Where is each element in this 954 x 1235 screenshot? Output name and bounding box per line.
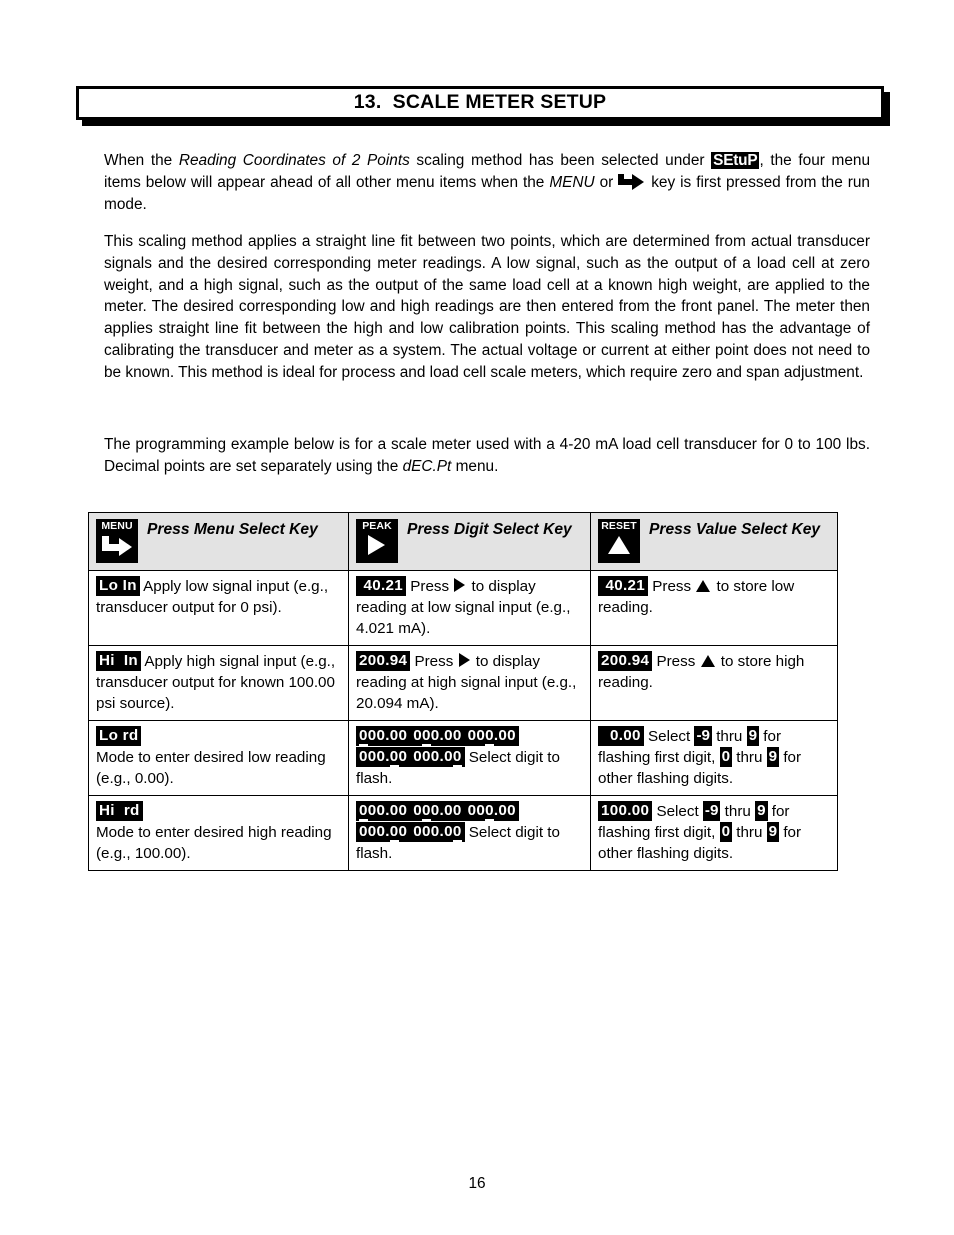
- badge-9a-high: 9: [755, 801, 768, 821]
- display-hi-rd: Hi rd: [96, 801, 143, 821]
- menu-arrow-key-icon: [618, 173, 645, 190]
- reset-key-label: RESET: [601, 520, 637, 532]
- peak-key-button[interactable]: PEAK: [356, 519, 398, 563]
- up-triangle-icon: [696, 580, 711, 592]
- header-cell-value-key: RESET Press Value Select Key: [590, 512, 838, 571]
- row1-digit-cell: 40.21 Press to display reading at low si…: [348, 570, 591, 646]
- menu-key-label: MENU: [101, 520, 133, 532]
- document-page: 13. SCALE METER SETUP When the Reading C…: [0, 0, 954, 1235]
- display-000-flash-1: 000.00: [356, 801, 411, 821]
- r3c3-t1: Select: [643, 728, 695, 745]
- up-triangle-icon: [602, 534, 636, 560]
- display-000-flash-3: 000.00: [464, 801, 519, 821]
- row3-value-cell: 0.00 Select -9 thru 9 for flashing first…: [590, 720, 838, 796]
- p1-text-4: or: [594, 173, 619, 191]
- badge-9b-low: 9: [766, 747, 780, 767]
- p1-italic-menu: MENU: [549, 173, 595, 191]
- header-cell-digit-key: PEAK Press Digit Select Key: [348, 512, 591, 571]
- display-000-flash-5: 000.00: [410, 747, 465, 767]
- menu-key-button[interactable]: MENU: [96, 519, 138, 563]
- row4-col1-text: Mode to enter desired high reading (e.g.…: [96, 824, 332, 862]
- row2-col2-text-before: Press: [410, 653, 458, 670]
- right-triangle-icon: [458, 653, 470, 667]
- heading-bar: 13. SCALE METER SETUP: [76, 86, 884, 120]
- display-hi-in: Hi In: [96, 651, 141, 671]
- row1-col2-text-before: Press: [406, 578, 454, 595]
- display-lo-in: Lo In: [96, 576, 140, 596]
- display-4021-store: 40.21: [598, 576, 649, 596]
- row1-value-cell: 40.21 Press to store low reading.: [590, 570, 838, 646]
- header-cell-menu-key: MENU Press Menu Select Key: [88, 512, 349, 571]
- row1-col3-text-before: Press: [648, 578, 696, 595]
- p1-italic-scaling-method: Reading Coordinates of 2 Points: [178, 152, 410, 169]
- hooked-right-arrow-icon: [100, 534, 134, 560]
- right-triangle-icon: [360, 534, 394, 560]
- row3-digit-cell: 000.00 000.00 000.00 000.00 000.00 Select di…: [348, 720, 591, 796]
- display-000-flash-1: 000.00: [356, 726, 411, 746]
- p3-text-2: menu.: [451, 457, 499, 475]
- row4-digit-cell: 000.00 000.00 000.00 000.00 000.00 Select di…: [348, 795, 591, 871]
- reset-key-button[interactable]: RESET: [598, 519, 640, 563]
- display-000-flash-4: 000.00: [356, 747, 411, 767]
- table-row: Lo In Apply low signal input (e.g., tran…: [88, 570, 838, 646]
- badge-9a-low: 9: [746, 726, 760, 746]
- display-000-flash-3: 000.00: [464, 726, 519, 746]
- right-triangle-icon: [454, 578, 466, 592]
- table-row: Hi rd Mode to enter desired high reading …: [88, 795, 838, 871]
- row2-value-cell: 200.94 Press to store high reading.: [590, 645, 838, 721]
- r4c3-t2: thru: [720, 803, 756, 820]
- badge-minus9-low: -9: [694, 726, 712, 746]
- setup-menu-badge: SEtuP: [711, 152, 760, 169]
- up-triangle-icon: [700, 655, 715, 667]
- display-20094-high: 200.94: [356, 651, 411, 671]
- r4c3-t4: thru: [732, 824, 767, 841]
- display-000-flash-4: 000.00: [356, 822, 411, 842]
- display-000-flash-2: 000.00: [410, 801, 465, 821]
- peak-key-label: PEAK: [362, 520, 392, 532]
- badge-0-high: 0: [719, 822, 733, 842]
- row4-value-cell: 100.00 Select -9 thru 9 for flashing fir…: [590, 795, 838, 871]
- header-label-menu: Press Menu Select Key: [147, 521, 318, 538]
- header-label-value: Press Value Select Key: [649, 521, 821, 538]
- badge-minus9-high: -9: [702, 801, 721, 821]
- row3-col1-text: Mode to enter desired low reading (e.g.,…: [96, 749, 326, 787]
- table-header-row: MENU Press Menu Select Key PEAK Press Di…: [88, 512, 838, 571]
- page-number: 16: [468, 1175, 486, 1192]
- p3-italic-decpt: dEC.Pt: [402, 457, 452, 475]
- programming-steps-table: MENU Press Menu Select Key PEAK Press Di…: [88, 512, 838, 871]
- display-000-flash-2: 000.00: [410, 726, 465, 746]
- intro-paragraph: When the Reading Coordinates of 2 Points…: [104, 150, 870, 215]
- row3-menu-cell: Lo rd Mode to enter desired low reading (…: [88, 720, 349, 796]
- display-10000-high: 100.00: [598, 801, 653, 821]
- example-intro-paragraph: The programming example below is for a s…: [104, 434, 870, 478]
- page-title: 13. SCALE METER SETUP: [353, 91, 607, 114]
- scaling-method-paragraph: This scaling method applies a straight l…: [104, 233, 870, 381]
- header-label-digit: Press Digit Select Key: [407, 521, 572, 538]
- row2-col3-text-before: Press: [652, 653, 700, 670]
- table-row: Hi In Apply high signal input (e.g., tra…: [88, 645, 838, 721]
- p1-text-1: When the: [104, 152, 179, 169]
- row2-digit-cell: 200.94 Press to display reading at high …: [348, 645, 591, 721]
- row1-menu-cell: Lo In Apply low signal input (e.g., tran…: [88, 570, 349, 646]
- r3c3-t2: thru: [711, 728, 747, 745]
- display-000-flash-5: 000.00: [410, 822, 465, 842]
- badge-0-low: 0: [719, 747, 733, 767]
- r3c3-t4: thru: [732, 749, 767, 766]
- badge-9b-high: 9: [766, 822, 780, 842]
- p1-text-2: scaling method has been selected under: [409, 152, 712, 169]
- table-row: Lo rd Mode to enter desired low reading (…: [88, 720, 838, 796]
- display-000-low: 0.00: [598, 726, 644, 746]
- r4c3-t1: Select: [652, 803, 703, 820]
- row2-menu-cell: Hi In Apply high signal input (e.g., tra…: [88, 645, 349, 721]
- display-4021-low: 40.21: [356, 576, 407, 596]
- section-heading: 13. SCALE METER SETUP: [76, 86, 890, 126]
- row4-menu-cell: Hi rd Mode to enter desired high reading …: [88, 795, 349, 871]
- display-20094-store: 200.94: [598, 651, 653, 671]
- display-lo-rd: Lo rd: [96, 726, 142, 746]
